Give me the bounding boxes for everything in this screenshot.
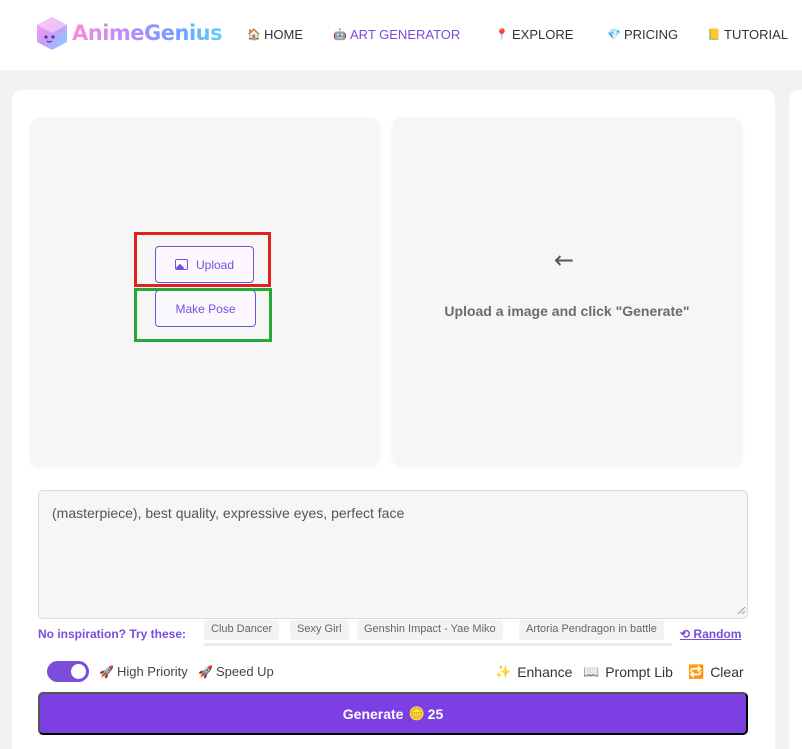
inspiration-label: No inspiration? Try these: [38, 627, 187, 641]
clear-label: Clear [710, 664, 744, 680]
prompt-lib-label: Prompt Lib [605, 664, 673, 680]
speed-up-label: Speed Up [215, 664, 274, 679]
prompt-input[interactable]: (masterpiece), best quality, expressive … [38, 490, 748, 619]
arrow-left-icon: ← [554, 246, 575, 274]
brand-logo[interactable]: AnimeGenius [35, 15, 223, 51]
random-button[interactable]: ⟲ Random [680, 627, 741, 641]
rocket-icon: 🚀 [99, 664, 114, 679]
top-header: AnimeGenius 🏠 HOME 🤖 ART GENERATOR 📍 EXP… [0, 0, 802, 70]
nav-home[interactable]: 🏠 HOME [247, 27, 303, 42]
diamond-icon: 💎 [607, 29, 621, 41]
home-icon: 🏠 [247, 29, 261, 41]
pin-icon: 📍 [495, 29, 509, 41]
chip-genshin-yae-miko[interactable]: Genshin Impact - Yae Miko [357, 620, 503, 640]
nav-pricing-label: PRICING [624, 27, 679, 42]
nav-art-generator[interactable]: 🤖 ART GENERATOR [333, 27, 460, 42]
nav-art-generator-label: ART GENERATOR [350, 27, 461, 42]
random-label: Random [693, 627, 742, 641]
result-hint: Upload a image and click "Generate" [444, 303, 690, 319]
chip-club-dancer[interactable]: Club Dancer [204, 620, 280, 640]
nav-tutorial-label: TUTORIAL [724, 27, 789, 42]
generate-button[interactable]: Generate 🪙 25 [38, 692, 748, 735]
side-card [789, 90, 802, 749]
clear-button[interactable]: 🔁 Clear [688, 664, 744, 680]
chip-artoria-pendragon[interactable]: Artoria Pendragon in battle [519, 620, 664, 640]
make-pose-highlight-box [134, 288, 272, 342]
rocket-icon: 🚀 [198, 664, 213, 679]
toggle-knob [71, 664, 86, 679]
robot-icon: 🤖 [333, 29, 347, 41]
book-open-icon: 📖 [583, 664, 600, 679]
nav-explore[interactable]: 📍 EXPLORE [495, 27, 573, 42]
result-panel [393, 118, 741, 464]
generate-cost: 25 [427, 705, 444, 722]
enhance-button[interactable]: ✨ Enhance [495, 664, 572, 680]
refresh-icon: ⟲ [680, 627, 691, 641]
enhance-label: Enhance [517, 664, 573, 680]
high-priority-toggle[interactable] [47, 661, 89, 682]
nav-pricing[interactable]: 💎 PRICING [607, 27, 678, 42]
brand-name: AnimeGenius [72, 21, 223, 45]
inspiration-chips[interactable]: Club Dancer Sexy Girl Genshin Impact - Y… [204, 619, 672, 646]
resize-grip-icon[interactable] [737, 606, 746, 615]
cycle-icon: 🔁 [688, 664, 705, 679]
nav-explore-label: EXPLORE [512, 27, 574, 42]
high-priority-option[interactable]: 🚀 High Priority [99, 664, 188, 679]
coins-icon: 🪙 [408, 705, 425, 721]
high-priority-label: High Priority [116, 664, 188, 679]
nav-tutorial[interactable]: 📒 TUTORIAL [707, 27, 788, 42]
magic-wand-icon: ✨ [495, 664, 512, 679]
nav-home-label: HOME [264, 27, 303, 42]
chip-sexy-girl[interactable]: Sexy Girl [290, 620, 349, 640]
upload-highlight-box [134, 232, 271, 287]
prompt-lib-button[interactable]: 📖 Prompt Lib [583, 664, 673, 680]
book-icon: 📒 [707, 29, 721, 41]
speed-up-option[interactable]: 🚀 Speed Up [198, 664, 274, 679]
logo-cube-icon [37, 17, 67, 50]
generate-label: Generate [342, 705, 404, 722]
